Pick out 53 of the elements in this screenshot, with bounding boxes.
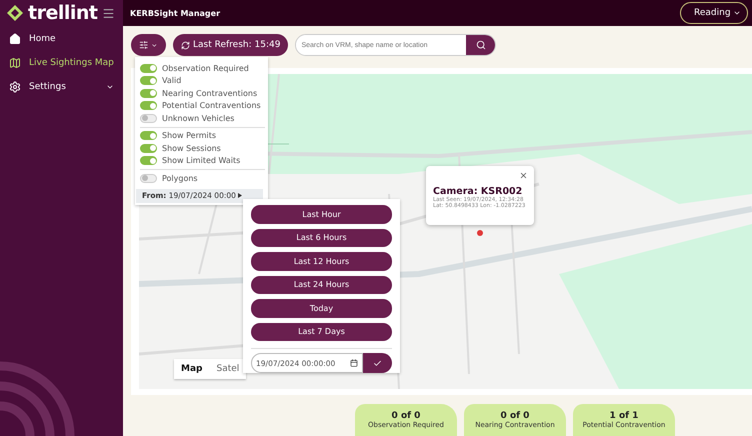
toggle-switch[interactable] [140,174,157,183]
sliders-icon [139,40,148,50]
filter-label: Show Sessions [162,144,221,153]
nav-item[interactable]: Home [0,28,123,50]
check-icon [373,358,382,368]
nav-item[interactable]: Settings [0,76,123,98]
filter-button[interactable] [131,34,166,56]
home-icon [9,33,21,45]
time-preset-button[interactable]: Last 7 Days [251,322,392,341]
app-title: KERBSight Manager [130,8,220,18]
time-preset-button[interactable]: Today [251,299,392,318]
search-icon [476,40,486,50]
refresh-icon [181,40,190,50]
toggle-switch[interactable] [140,156,157,166]
toggle-switch[interactable] [140,64,157,73]
filter-label: Nearing Contraventions [162,88,258,98]
filter-label: Observation Required [162,64,249,73]
location-select[interactable]: Reading [680,2,748,24]
filter-label: Unknown Vehicles [162,114,234,123]
filter-label: Show Permits [162,131,216,140]
settings-icon [9,81,21,93]
menu-icon[interactable] [102,6,114,20]
time-preset-button[interactable]: Last 12 Hours [251,252,392,270]
popup-title: Camera: KSR002 [433,186,522,197]
filter-label: Polygons [162,174,198,183]
map-icon [9,57,21,69]
nav-item[interactable]: Live Sightings Map [0,52,123,74]
time-preset-button[interactable]: Last Hour [251,205,392,224]
time-preset-button[interactable]: Last 24 Hours [251,276,392,294]
map-type-button[interactable]: Map [174,359,210,379]
toggle-switch[interactable] [140,101,157,110]
toggle-switch[interactable] [140,131,157,140]
filter-label: Valid [162,76,182,86]
filter-label: Potential Contraventions [162,101,261,110]
caret-icon [238,193,242,198]
time-preset-button[interactable]: Last 6 Hours [251,228,392,247]
filter-label: Show Limited Waits [162,156,240,166]
brand-name: trellint [28,2,98,24]
chevron-icon [106,83,114,91]
calendar-icon [350,359,358,367]
logo-icon [6,4,24,22]
refresh-button[interactable]: Last Refresh: 15:49 [173,34,288,56]
confirm-button[interactable] [363,353,392,373]
close-icon [519,171,528,180]
toggle-switch[interactable] [140,76,157,86]
map-type-button[interactable]: Satel [209,359,246,379]
caret-icon [151,42,158,48]
toggle-switch[interactable] [140,144,157,153]
toggle-switch[interactable] [140,88,157,98]
toggle-switch[interactable] [140,114,157,123]
close-button[interactable] [519,171,528,180]
caret-icon [733,9,741,17]
search-button[interactable] [466,35,496,55]
